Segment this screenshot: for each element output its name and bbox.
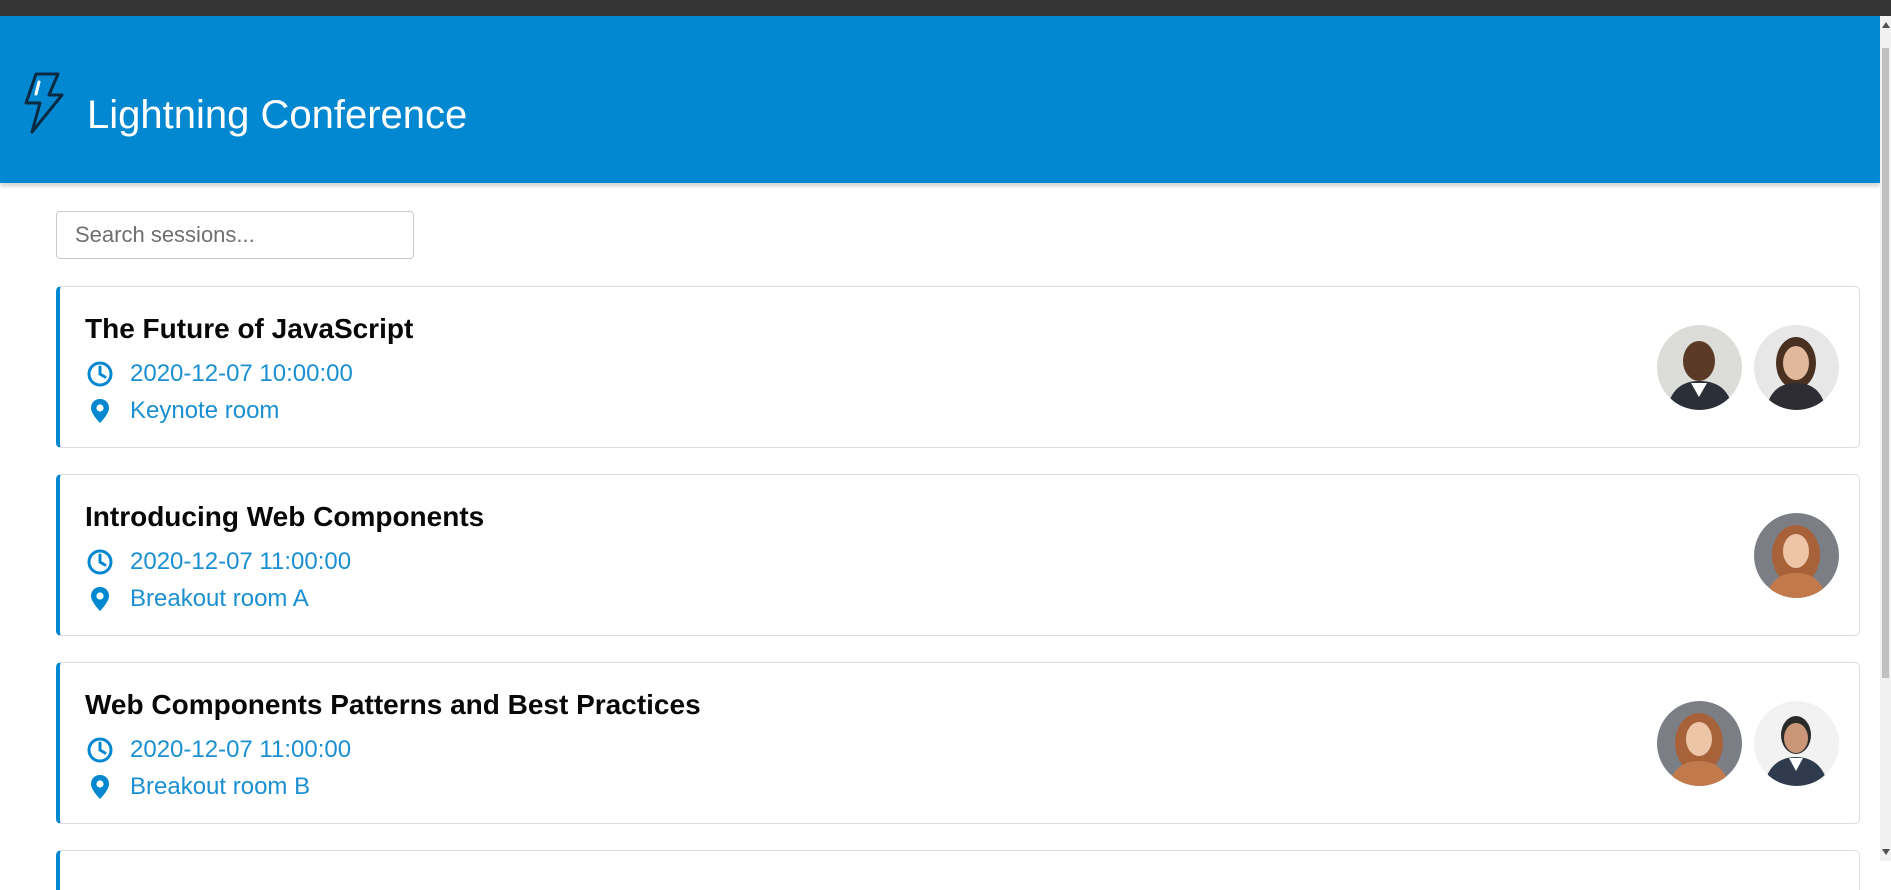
browser-top-strip [0,0,1891,16]
session-card-partial[interactable] [56,850,1860,890]
clock-icon [87,737,113,763]
scroll-down-arrow-icon[interactable] [1882,849,1890,855]
session-room-row: Keynote room [85,396,279,426]
location-pin-icon [91,399,109,423]
location-pin-icon [91,775,109,799]
app-header: Lightning Conference [0,16,1880,183]
session-time-row: 2020-12-07 10:00:00 [85,359,353,389]
session-time-row: 2020-12-07 11:00:00 [85,547,351,577]
speaker-avatar-man-suit[interactable] [1754,701,1839,786]
session-room-row: Breakout room B [85,772,310,802]
speaker-avatars [1657,701,1839,786]
session-room: Breakout room A [130,585,309,612]
clock-icon [87,361,113,387]
search-input[interactable] [56,211,414,259]
speaker-avatar-woman[interactable] [1754,325,1839,410]
clock-icon [87,549,113,575]
app-title: Lightning Conference [87,93,468,137]
speaker-avatar-woman-redhair[interactable] [1657,701,1742,786]
speaker-avatar-woman-redhair[interactable] [1754,513,1839,598]
session-datetime: 2020-12-07 10:00:00 [130,360,353,387]
speaker-avatars [1657,325,1839,410]
session-title[interactable]: The Future of JavaScript [85,313,413,345]
session-datetime: 2020-12-07 11:00:00 [130,736,352,763]
session-title[interactable]: Introducing Web Components [85,501,484,533]
session-room: Breakout room B [130,773,311,800]
scrollbar-thumb[interactable] [1882,48,1889,678]
lightning-bolt-icon [24,72,64,134]
session-card[interactable]: The Future of JavaScript 2020-12-07 10:0… [56,286,1860,448]
session-card[interactable]: Web Components Patterns and Best Practic… [56,662,1860,824]
scroll-up-arrow-icon[interactable] [1882,22,1890,28]
session-card[interactable]: Introducing Web Components 2020-12-07 11… [56,474,1860,636]
session-title[interactable]: Web Components Patterns and Best Practic… [85,689,701,721]
vertical-scrollbar[interactable] [1880,16,1891,861]
session-room: Keynote room [130,397,280,424]
session-datetime: 2020-12-07 11:00:00 [130,548,352,575]
location-pin-icon [91,587,109,611]
speaker-avatar-man[interactable] [1657,325,1742,410]
session-time-row: 2020-12-07 11:00:00 [85,735,351,765]
session-room-row: Breakout room A [85,584,309,614]
speaker-avatars [1754,513,1839,598]
session-list: The Future of JavaScript 2020-12-07 10:0… [56,286,1860,890]
